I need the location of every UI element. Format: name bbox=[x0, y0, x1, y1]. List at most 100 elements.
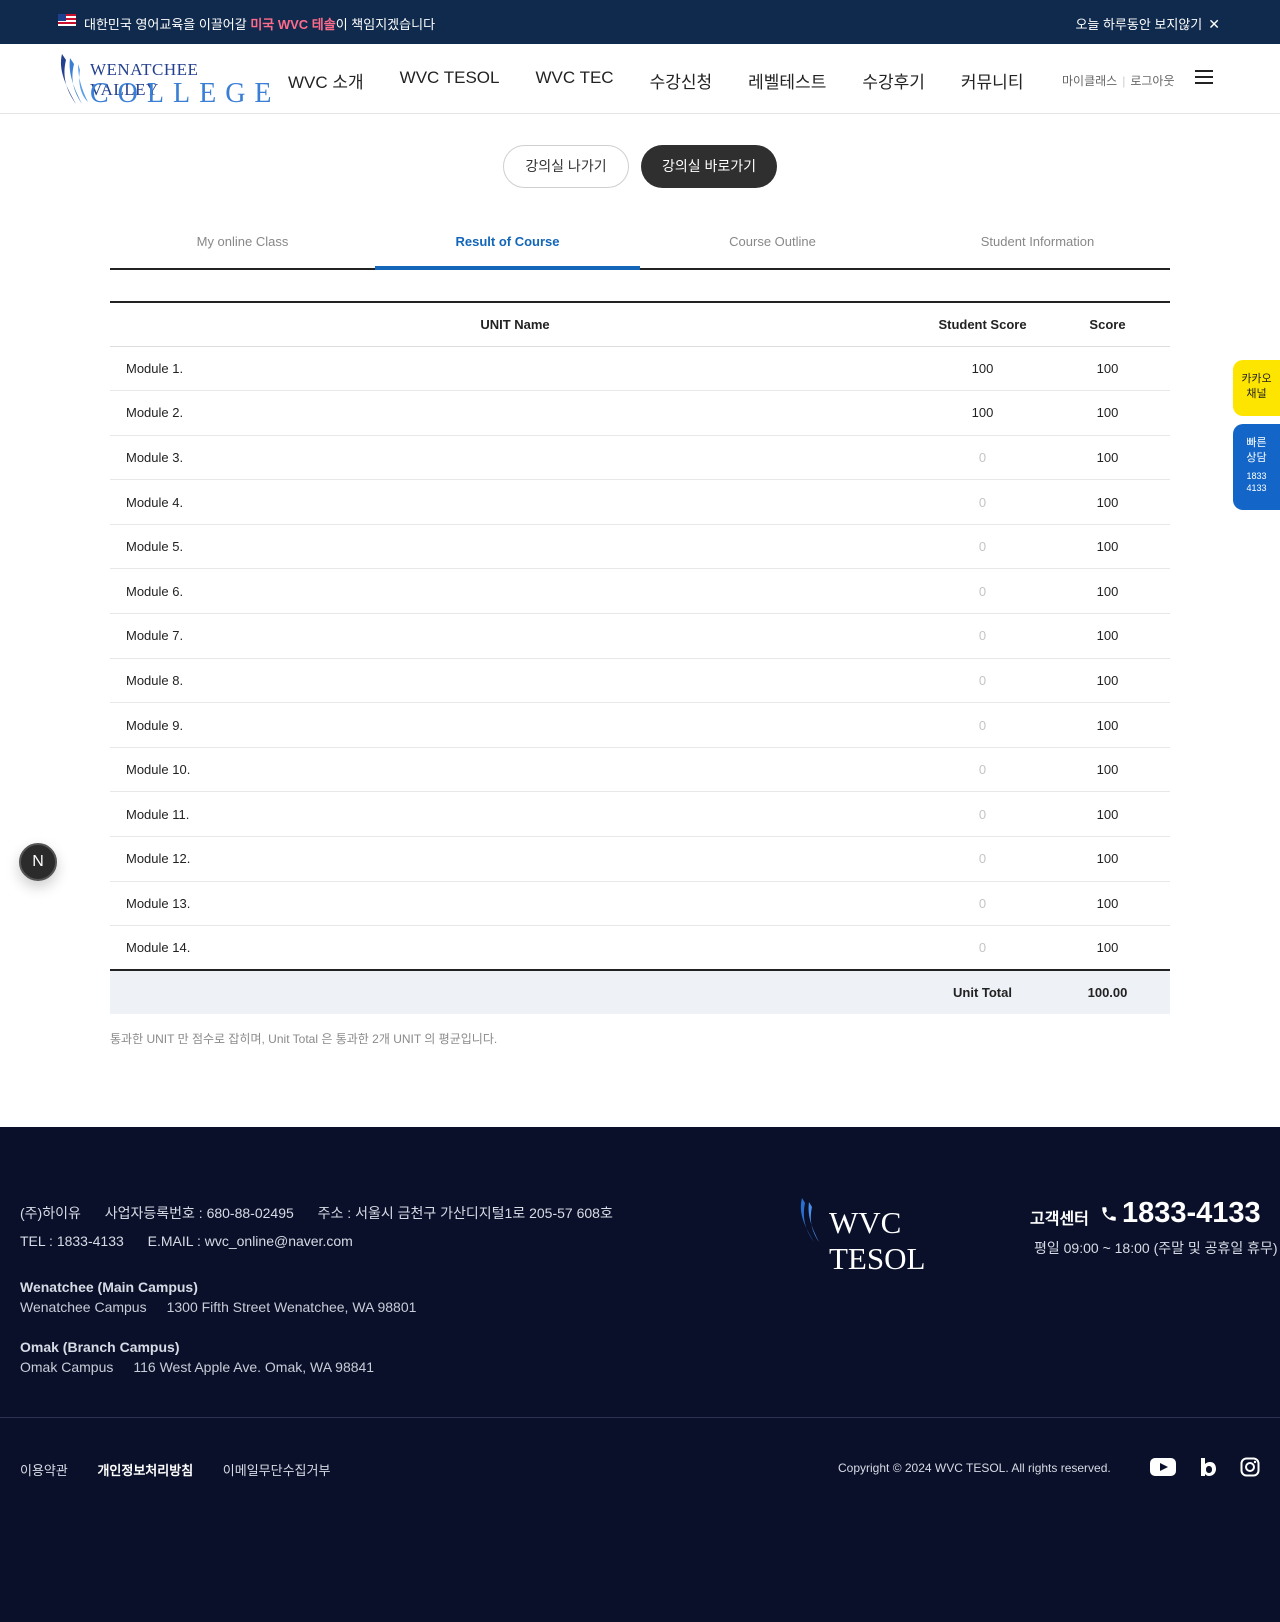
logout-link[interactable]: 로그아웃 bbox=[1130, 74, 1174, 88]
banner-text-pre: 대한민국 영어교육을 이끌어갈 bbox=[84, 17, 251, 32]
footer-tel: TEL : 1833-4133 bbox=[20, 1233, 124, 1249]
footer-biz-no: 사업자등록번호 : 680-88-02495 bbox=[104, 1205, 294, 1221]
copyright: Copyright © 2024 WVC TESOL. All rights r… bbox=[838, 1461, 1111, 1475]
unit-name-cell: Module 9. bbox=[110, 702, 920, 748]
student-score-cell: 0 bbox=[920, 747, 1045, 793]
nav-item-about[interactable]: WVC 소개 bbox=[288, 68, 364, 93]
score-cell: 100 bbox=[1045, 658, 1170, 704]
score-cell: 100 bbox=[1045, 925, 1170, 971]
close-icon[interactable]: ✕ bbox=[1208, 16, 1220, 32]
table-row: Module 8. 0 100 bbox=[110, 658, 1170, 704]
table-row: Module 9. 0 100 bbox=[110, 702, 1170, 748]
unit-total-value: 100.00 bbox=[1087, 985, 1128, 1001]
logo-flame-icon bbox=[60, 54, 88, 104]
wvc-logo[interactable]: WENATCHEE VALLEY COLLEGE bbox=[56, 50, 272, 109]
table-row: Module 14. 0 100 bbox=[110, 925, 1170, 971]
student-score-cell: 0 bbox=[920, 658, 1045, 704]
student-score-cell: 0 bbox=[920, 524, 1045, 570]
footer-divider bbox=[0, 1417, 1280, 1418]
footer-company: (주)하이유 bbox=[20, 1205, 81, 1221]
unit-name-cell: Module 12. bbox=[110, 836, 920, 882]
table-row: Module 13. 0 100 bbox=[110, 881, 1170, 927]
main-campus-addr: 1300 Fifth Street Wenatchee, WA 98801 bbox=[166, 1299, 417, 1315]
quick-consult-button[interactable]: 빠른 상담 1833 4133 bbox=[1233, 424, 1280, 510]
unit-name-cell: Module 10. bbox=[110, 747, 920, 793]
tab-student-information[interactable]: Student Information bbox=[905, 220, 1170, 268]
table-row: Module 1. 100 100 bbox=[110, 346, 1170, 392]
score-cell: 100 bbox=[1045, 524, 1170, 570]
cs-number[interactable]: 1833-4133 bbox=[1122, 1197, 1261, 1230]
footer-logo[interactable]: WVC TESOL bbox=[797, 1195, 1002, 1276]
youtube-icon[interactable] bbox=[1150, 1457, 1176, 1477]
kakao-label-2: 채널 bbox=[1246, 388, 1267, 400]
table-row: Module 12. 0 100 bbox=[110, 836, 1170, 882]
kakao-channel-button[interactable]: 카카오 채널 bbox=[1233, 360, 1280, 416]
footer-logo-text: WVC TESOL bbox=[829, 1205, 926, 1276]
score-note: 통과한 UNIT 만 점수로 잡히며, Unit Total 은 통과한 2개 … bbox=[110, 1032, 498, 1046]
site-footer: (주)하이유 사업자등록번호 : 680-88-02495 주소 : 서울시 금… bbox=[0, 1127, 1280, 1622]
student-score-cell: 0 bbox=[920, 791, 1045, 838]
main-nav: WVC 소개 WVC TESOL WVC TEC 수강신청 레벨테스트 수강후기… bbox=[288, 68, 1059, 93]
student-score-cell: 0 bbox=[920, 613, 1045, 659]
banner-text-post: 이 책임지겠습니다 bbox=[335, 17, 436, 32]
unit-total-row: Unit Total 100.00 bbox=[110, 970, 1170, 1015]
table-row: Module 11. 0 100 bbox=[110, 791, 1170, 838]
quick-number: 1833 4133 bbox=[1246, 471, 1267, 493]
table-row: Module 5. 0 100 bbox=[110, 524, 1170, 570]
table-body: Module 1. 100 100 Module 2. 100 100 Module 3. 0… bbox=[110, 346, 1170, 971]
footer-logo-flame-icon bbox=[800, 1198, 819, 1242]
score-cell: 100 bbox=[1045, 435, 1170, 481]
student-score-cell: 0 bbox=[920, 925, 1045, 971]
dismiss-today-button[interactable]: 오늘 하루동안 보지않기 ✕ bbox=[1075, 14, 1220, 33]
kakao-label-1: 카카오 bbox=[1241, 373, 1272, 385]
exit-classroom-button[interactable]: 강의실 나가기 bbox=[503, 145, 629, 188]
terms-link[interactable]: 이용약관 bbox=[20, 1463, 68, 1478]
unit-name-cell: Module 11. bbox=[110, 791, 920, 838]
table-row: Module 7. 0 100 bbox=[110, 613, 1170, 659]
nav-item-reviews[interactable]: 수강후기 bbox=[862, 68, 925, 93]
course-tabs: My online Class Result of Course Course … bbox=[110, 220, 1170, 270]
table-row: Module 6. 0 100 bbox=[110, 568, 1170, 615]
logo-line2: COLLEGE bbox=[90, 78, 281, 109]
score-cell: 100 bbox=[1045, 836, 1170, 882]
main-campus-info: Wenatchee Campus 1300 Fifth Street Wenatc… bbox=[20, 1299, 436, 1315]
myclass-link[interactable]: 마이클래스 bbox=[1062, 74, 1117, 88]
branch-campus-name: Omak Campus bbox=[20, 1359, 114, 1375]
n-badge-button[interactable]: N bbox=[19, 843, 57, 881]
util-links: 마이클래스 | 로그아웃 bbox=[1062, 74, 1175, 88]
col-student-score: Student Score bbox=[920, 302, 1045, 347]
email-refusal-link[interactable]: 이메일무단수집거부 bbox=[223, 1463, 331, 1478]
score-cell: 100 bbox=[1045, 747, 1170, 793]
blog-icon[interactable] bbox=[1199, 1457, 1217, 1477]
phone-icon bbox=[1102, 1207, 1116, 1221]
banner-message: 대한민국 영어교육을 이끌어갈 미국 WVC 테솔이 책임지겠습니다 bbox=[84, 14, 435, 33]
score-cell: 100 bbox=[1045, 568, 1170, 615]
score-cell: 100 bbox=[1045, 881, 1170, 927]
branch-campus-info: Omak Campus 116 West Apple Ave. Omak, WA … bbox=[20, 1359, 394, 1375]
tab-my-online-class[interactable]: My online Class bbox=[110, 220, 375, 268]
table-row: Module 4. 0 100 bbox=[110, 479, 1170, 525]
privacy-link[interactable]: 개인정보처리방침 bbox=[97, 1463, 193, 1478]
go-classroom-button[interactable]: 강의실 바로가기 bbox=[641, 145, 777, 188]
branch-campus-title: Omak (Branch Campus) bbox=[20, 1339, 180, 1355]
unit-name-cell: Module 14. bbox=[110, 925, 920, 971]
nav-item-level-test[interactable]: 레벨테스트 bbox=[748, 68, 826, 93]
tab-result-of-course[interactable]: Result of Course bbox=[375, 220, 640, 270]
nav-item-enroll[interactable]: 수강신청 bbox=[650, 68, 713, 93]
nav-item-tesol[interactable]: WVC TESOL bbox=[400, 68, 500, 93]
nav-item-tec[interactable]: WVC TEC bbox=[536, 68, 614, 93]
col-unit-name: UNIT Name bbox=[110, 302, 920, 347]
student-score-cell: 0 bbox=[920, 435, 1045, 481]
student-score-cell: 100 bbox=[920, 390, 1045, 436]
menu-icon[interactable] bbox=[1195, 70, 1213, 84]
banner-highlight: 미국 WVC 테솔 bbox=[250, 17, 336, 32]
unit-total-label: Unit Total bbox=[953, 985, 1012, 1001]
unit-name-cell: Module 4. bbox=[110, 479, 920, 525]
tab-course-outline[interactable]: Course Outline bbox=[640, 220, 905, 268]
instagram-icon[interactable] bbox=[1240, 1457, 1260, 1477]
score-cell: 100 bbox=[1045, 346, 1170, 392]
unit-name-cell: Module 1. bbox=[110, 346, 920, 392]
quick-label-2: 상담 bbox=[1246, 452, 1267, 464]
quick-label-1: 빠른 bbox=[1246, 437, 1267, 449]
nav-item-community[interactable]: 커뮤니티 bbox=[961, 68, 1024, 93]
